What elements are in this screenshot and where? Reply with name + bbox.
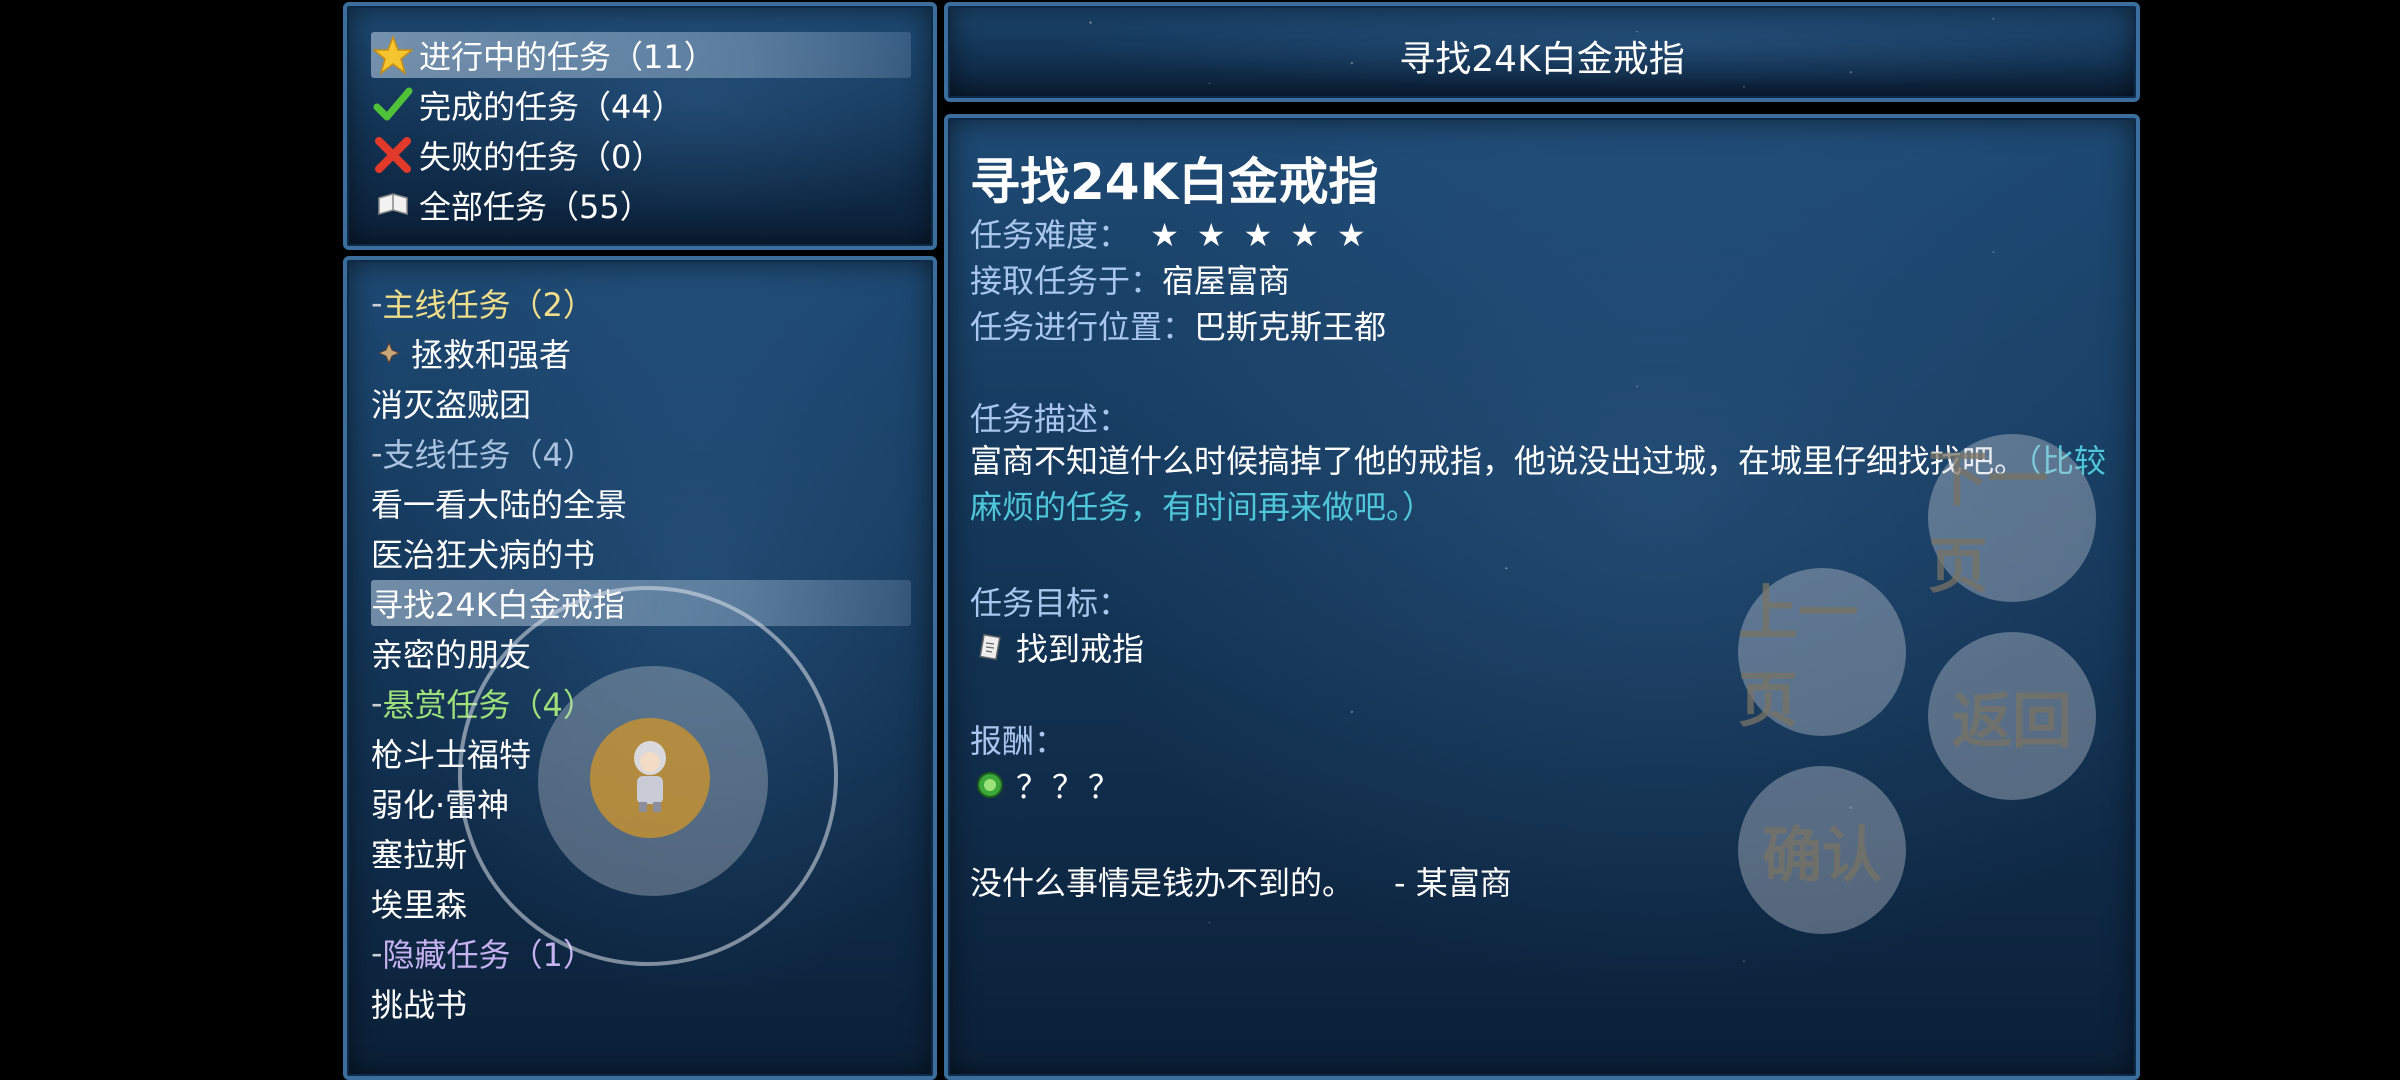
- quest-item-label: 消灭盗贼团: [371, 386, 532, 424]
- quest-item[interactable]: 看一看大陆的全景: [371, 480, 911, 526]
- quest-marker-icon: [371, 331, 407, 375]
- status-in-progress-label: 进行中的任务（11）: [419, 38, 716, 76]
- quest-item-label: 挑战书: [371, 986, 468, 1024]
- detail-title: 寻找24K白金戒指: [970, 153, 1379, 211]
- game-screen: 进行中的任务（11） 完成的任务（44） 失败的任务（0） 全部任务（55） -…: [0, 0, 2400, 1080]
- status-all-label: 全部任务（55）: [419, 188, 652, 226]
- accepted-label: 接取任务于：: [970, 262, 1163, 300]
- quote-text: 没什么事情是钱办不到的。: [970, 864, 1355, 902]
- quest-item[interactable]: 医治狂犬病的书: [371, 530, 911, 576]
- cross-icon: [371, 133, 415, 177]
- location-row: 任务进行位置：巴斯克斯王都: [970, 302, 1386, 348]
- description-text: 富商不知道什么时候搞掉了他的戒指，他说没出过城，在城里仔细找找吧。: [970, 442, 2027, 480]
- joystick-knob[interactable]: [590, 718, 710, 838]
- quest-item-label: 塞拉斯: [371, 836, 468, 874]
- category-dash: -: [371, 284, 383, 322]
- prev-page-label: 上一页: [1738, 579, 1858, 736]
- accepted-row: 接取任务于：宿屋富商: [970, 256, 1290, 302]
- difficulty-star-icon: ★: [1150, 216, 1179, 254]
- objective-text: 找到戒指: [1016, 630, 1145, 668]
- status-all[interactable]: 全部任务（55）: [371, 182, 911, 228]
- scroll-icon: [970, 633, 1010, 661]
- status-completed-label: 完成的任务（44）: [419, 88, 684, 126]
- quest-item-label: 拯救和强者: [411, 336, 572, 374]
- confirm-label: 确认: [1762, 820, 1882, 891]
- difficulty-star-icon: ★: [1196, 216, 1226, 254]
- difficulty-label: 任务难度：: [970, 216, 1131, 254]
- next-page-button[interactable]: 下一页: [1928, 434, 2096, 602]
- quest-status-panel: 进行中的任务（11） 完成的任务（44） 失败的任务（0） 全部任务（55）: [343, 2, 937, 250]
- difficulty-star-icon: ★: [1290, 216, 1319, 254]
- back-button[interactable]: 返回: [1928, 632, 2096, 800]
- quest-title-bar: 寻找24K白金戒指: [944, 2, 2140, 102]
- category-dash: -: [371, 934, 383, 972]
- category-side[interactable]: - 支线任务（4）: [371, 430, 911, 476]
- status-completed[interactable]: 完成的任务（44）: [371, 82, 911, 128]
- book-icon: [371, 183, 415, 227]
- confirm-button[interactable]: 确认: [1738, 766, 1906, 934]
- quest-item[interactable]: 拯救和强者: [371, 330, 911, 376]
- character-icon: [625, 738, 675, 818]
- category-side-label: 支线任务（4）: [382, 436, 595, 474]
- quest-item[interactable]: 挑战书: [371, 980, 911, 1026]
- difficulty-row: 任务难度： ★ ★ ★ ★ ★: [970, 210, 1384, 256]
- location-label: 任务进行位置：: [970, 308, 1195, 346]
- quote-row: 没什么事情是钱办不到的。 - 某富商: [970, 858, 1512, 904]
- category-main-label: 主线任务（2）: [382, 286, 595, 324]
- quest-item[interactable]: 消灭盗贼团: [371, 380, 911, 426]
- category-dash: -: [371, 434, 383, 472]
- quest-item-label: 看一看大陆的全景: [371, 486, 628, 524]
- status-failed[interactable]: 失败的任务（0）: [371, 132, 911, 178]
- objective-label: 任务目标：: [970, 584, 1131, 622]
- objective-item: 找到戒指: [970, 624, 1144, 670]
- status-failed-label: 失败的任务（0）: [419, 138, 664, 176]
- quest-item-label: 埃里森: [371, 886, 468, 924]
- reward-item: ？？？: [970, 762, 1124, 808]
- location-value: 巴斯克斯王都: [1194, 308, 1387, 346]
- next-page-label: 下一页: [1928, 445, 2048, 602]
- difficulty-star-icon: ★: [1243, 216, 1273, 254]
- status-in-progress[interactable]: 进行中的任务（11）: [371, 32, 911, 78]
- checkmark-icon: [371, 83, 415, 127]
- accepted-value: 宿屋富商: [1162, 262, 1291, 300]
- quest-item-label: 医治狂犬病的书: [371, 536, 596, 574]
- reward-value: ？？？: [1016, 768, 1125, 806]
- difficulty-stars: ★ ★ ★ ★ ★: [1150, 216, 1383, 254]
- quest-title-header: 寻找24K白金戒指: [1399, 39, 1685, 80]
- description-label: 任务描述：: [970, 400, 1131, 438]
- category-dash: -: [371, 684, 383, 722]
- prev-page-button[interactable]: 上一页: [1738, 568, 1906, 736]
- reward-label: 报酬：: [970, 722, 1067, 760]
- back-label: 返回: [1952, 686, 2072, 757]
- category-main[interactable]: - 主线任务（2）: [371, 280, 911, 326]
- gem-icon: [970, 771, 1010, 799]
- star-icon: [371, 33, 415, 77]
- quote-author: - 某富商: [1394, 864, 1512, 902]
- difficulty-star-icon: ★: [1336, 216, 1366, 254]
